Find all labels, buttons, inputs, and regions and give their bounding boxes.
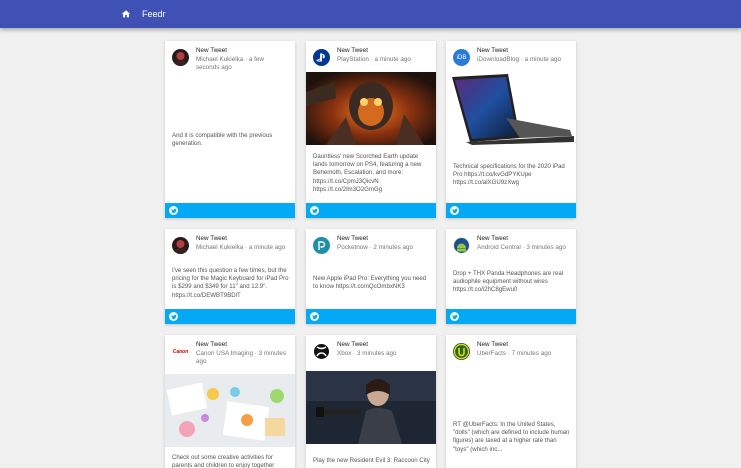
card-header: New Tweet Michael Kukielka · a minute ag… — [171, 235, 289, 265]
tweet-card: iDB New Tweet iDownloadBlog · a minute a… — [446, 41, 576, 218]
tweet-card: New Tweet PlayStation · a minute ago Dau… — [306, 41, 436, 218]
tweet-author: Android Central — [477, 243, 521, 251]
avatar-text: Canon — [172, 348, 189, 355]
card-header: New Tweet UberFacts · 7 minutes ago — [452, 341, 570, 371]
open-tweet-button[interactable] — [306, 309, 436, 324]
twitter-icon — [450, 206, 459, 215]
tweet-author: PlayStation — [337, 55, 369, 63]
tweet-author: Michael Kukielka — [196, 55, 244, 63]
card-header: New Tweet Pocketnow · 2 minutes ago — [312, 235, 430, 265]
card-header: New Tweet Xbox · 3 minutes ago — [312, 341, 430, 371]
home-button[interactable] — [119, 7, 133, 21]
tweet-time: 2 minutes ago — [373, 243, 413, 251]
tweet-card: Canon New Tweet Canon USA Imaging · 3 mi… — [165, 335, 295, 468]
tweet-card: New Tweet Pocketnow · 2 minutes ago New … — [306, 229, 436, 324]
tweet-text: New Apple iPad Pro: Everything you need … — [313, 275, 427, 291]
tweet-time: a minute ago — [374, 55, 411, 63]
tweet-author: Canon USA Imaging — [196, 349, 254, 357]
tweet-text: Drop + THX Panda Headphones are real aud… — [453, 270, 564, 294]
card-header: New Tweet Michael Kukielka · a few secon… — [171, 47, 289, 77]
tweet-time: 3 minutes ago — [526, 243, 566, 251]
tweet-title: New Tweet — [337, 341, 369, 348]
card-header: New Tweet Android Central · 3 minutes ag… — [452, 235, 570, 265]
tweet-card: New Tweet UberFacts · 7 minutes ago RT @… — [446, 335, 576, 468]
app-title: Feedr — [142, 9, 166, 19]
tweet-text: Play the new Resident Evil 3: Raccoon Ci… — [313, 457, 430, 464]
tweet-time: a minute ago — [524, 55, 562, 63]
tweet-title: New Tweet — [196, 341, 228, 348]
tweet-title: New Tweet — [337, 47, 369, 54]
tweet-card: New Tweet Android Central · 3 minutes ag… — [446, 229, 576, 324]
tweet-text: I've seen this question a few times, but… — [172, 267, 289, 299]
tweet-author: iDownloadBlog — [477, 55, 520, 63]
tweet-author: UberFacts — [477, 349, 507, 357]
twitter-icon — [310, 206, 319, 215]
xbox-logo-icon — [313, 343, 330, 360]
tweet-image — [306, 371, 436, 444]
tweet-author: Xbox — [337, 349, 352, 357]
avatar-text: iDB — [456, 54, 467, 61]
pocketnow-logo-icon — [313, 237, 330, 254]
android-central-logo-icon — [453, 237, 470, 254]
tweet-time: a minute ago — [248, 243, 286, 251]
open-tweet-button[interactable] — [165, 309, 295, 324]
canon-logo-icon: Canon — [172, 343, 189, 360]
tweet-card: New Tweet Michael Kukielka · a minute ag… — [165, 229, 295, 324]
tweet-title: New Tweet — [337, 235, 369, 242]
card-header: Canon New Tweet Canon USA Imaging · 3 mi… — [171, 341, 289, 371]
tweet-text: And it is compatible with the previous g… — [172, 132, 273, 148]
twitter-icon — [169, 312, 178, 321]
tweet-title: New Tweet — [477, 341, 509, 348]
tweet-text: Dauntless' new Scorched Earth update lan… — [313, 153, 422, 193]
tweet-time: 3 minutes ago — [356, 349, 397, 357]
tweet-title: New Tweet — [477, 47, 509, 54]
uberfacts-logo-icon — [453, 343, 470, 360]
tweet-card: New Tweet Xbox · 3 minutes ago Play the … — [306, 335, 436, 468]
tweet-text: RT @UberFacts: In the United States, "do… — [453, 421, 570, 453]
tweet-image — [446, 72, 576, 145]
open-tweet-button[interactable] — [165, 203, 295, 218]
profile-photo-icon — [172, 49, 189, 66]
tweet-time: 7 minutes ago — [511, 349, 552, 357]
tweet-image — [165, 374, 295, 447]
profile-photo-icon — [172, 237, 189, 254]
tweet-text: Check out some creative activities for p… — [172, 454, 275, 468]
tweet-card: New Tweet Michael Kukielka · a few secon… — [165, 41, 295, 218]
tweet-text: Technical specifications for the 2020 iP… — [453, 163, 565, 187]
twitter-icon — [450, 312, 459, 321]
open-tweet-button[interactable] — [446, 203, 576, 218]
home-icon — [121, 10, 131, 18]
idb-logo-icon: iDB — [453, 49, 470, 66]
twitter-icon — [310, 312, 319, 321]
tweet-title: New Tweet — [196, 235, 228, 242]
tweet-author: Pocketnow — [337, 243, 368, 251]
app-bar: Feedr — [0, 0, 741, 28]
open-tweet-button[interactable] — [446, 309, 576, 324]
tweet-title: New Tweet — [196, 47, 228, 54]
tweet-author: Michael Kukielka — [196, 243, 244, 251]
tweet-title: New Tweet — [477, 235, 509, 242]
open-tweet-button[interactable] — [306, 203, 436, 218]
playstation-logo-icon — [313, 49, 330, 66]
twitter-icon — [169, 206, 178, 215]
tweet-image — [306, 72, 436, 145]
